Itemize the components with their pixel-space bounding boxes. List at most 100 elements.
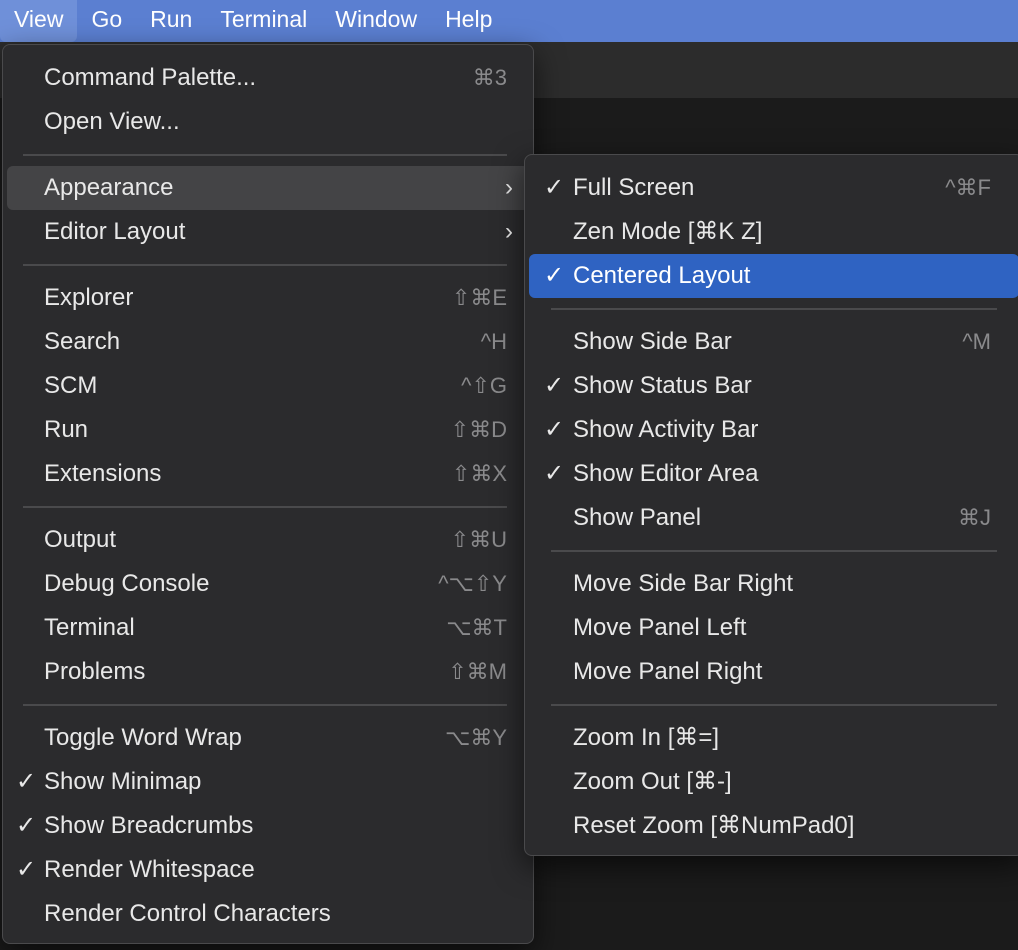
menu-item-shortcut: ⇧⌘X [451,461,507,486]
menu-item-label: Show Breadcrumbs [44,812,254,839]
menubar-run[interactable]: Run [136,0,206,42]
checkmark-icon: ✓ [15,856,37,883]
menu-item-output[interactable]: Output ⇧⌘U [7,518,529,562]
menu-item-label: Move Side Bar Right [573,570,794,597]
menu-item-editor-layout[interactable]: Editor Layout › [7,210,529,254]
menu-item-shortcut: ⌥⌘T [446,615,507,640]
chevron-right-icon: › [505,174,513,201]
menu-item-full-screen[interactable]: ✓ Full Screen ^⌘F [529,166,1018,210]
menu-item-label: Run [44,416,89,443]
menubar-view[interactable]: View [0,0,78,42]
menu-item-label: Show Panel [573,504,702,531]
menu-item-label: Output [44,526,117,553]
menu-item-label: Open View... [44,108,180,135]
menu-item-search[interactable]: Search ^H [7,320,529,364]
menu-item-zen-mode[interactable]: Zen Mode [⌘K Z] [529,210,1018,254]
menu-item-show-activity-bar[interactable]: ✓ Show Activity Bar [529,408,1018,452]
menu-separator [525,694,1018,716]
menu-item-show-panel[interactable]: Show Panel ⌘J [529,496,1018,540]
menu-item-centered-layout[interactable]: ✓ Centered Layout [529,254,1018,298]
checkmark-icon: ✓ [543,372,565,399]
menu-item-show-status-bar[interactable]: ✓ Show Status Bar [529,364,1018,408]
menu-separator [525,540,1018,562]
menu-item-render-control-characters[interactable]: Render Control Characters [7,892,529,936]
menubar-go[interactable]: Go [77,0,136,42]
menu-item-label: Full Screen [573,174,695,201]
menu-item-shortcut: ⌘3 [472,65,507,90]
menu-item-terminal[interactable]: Terminal ⌥⌘T [7,606,529,650]
menu-item-open-view[interactable]: Open View... [7,100,529,144]
appearance-submenu: ✓ Full Screen ^⌘F Zen Mode [⌘K Z] ✓ Cent… [524,154,1018,856]
menu-item-show-side-bar[interactable]: Show Side Bar ^M [529,320,1018,364]
menu-item-zoom-out[interactable]: Zoom Out [⌘-] [529,760,1018,804]
menu-item-move-panel-left[interactable]: Move Panel Left [529,606,1018,650]
menu-item-shortcut: ^⌥⇧Y [438,571,507,596]
menu-item-run[interactable]: Run ⇧⌘D [7,408,529,452]
menu-item-label: Show Side Bar [573,328,732,355]
menu-item-label: Editor Layout [44,218,186,245]
menu-item-shortcut: ^H [480,329,507,354]
menu-item-command-palette[interactable]: Command Palette... ⌘3 [7,56,529,100]
menu-item-move-panel-right[interactable]: Move Panel Right [529,650,1018,694]
checkmark-icon: ✓ [15,812,37,839]
view-menu: Command Palette... ⌘3 Open View... Appea… [2,44,534,944]
menu-item-label: SCM [44,372,98,399]
menu-item-move-side-bar-right[interactable]: Move Side Bar Right [529,562,1018,606]
menu-item-label: Zoom In [⌘=] [573,724,720,751]
menu-item-shortcut: ^⇧G [461,373,507,398]
menu-item-shortcut: ⇧⌘D [450,417,507,442]
menu-item-reset-zoom[interactable]: Reset Zoom [⌘NumPad0] [529,804,1018,848]
menu-item-shortcut: ⇧⌘E [451,285,507,310]
menu-item-label: Extensions [44,460,162,487]
menu-separator [525,298,1018,320]
menu-item-label: Zoom Out [⌘-] [573,768,732,795]
menu-item-debug-console[interactable]: Debug Console ^⌥⇧Y [7,562,529,606]
menu-item-label: Problems [44,658,146,685]
menu-item-label: Move Panel Right [573,658,763,685]
menu-bar: View Go Run Terminal Window Help [0,0,1018,42]
menu-item-label: Show Editor Area [573,460,759,487]
menu-item-shortcut: ⇧⌘U [450,527,507,552]
menu-item-show-minimap[interactable]: ✓ Show Minimap [7,760,529,804]
menu-item-render-whitespace[interactable]: ✓ Render Whitespace [7,848,529,892]
menu-separator [3,144,533,166]
checkmark-icon: ✓ [543,174,565,201]
menu-item-label: Show Activity Bar [573,416,759,443]
menu-separator [3,496,533,518]
menu-item-label: Show Minimap [44,768,202,795]
menu-item-label: Reset Zoom [⌘NumPad0] [573,812,855,839]
menu-item-appearance[interactable]: Appearance › [7,166,529,210]
menu-item-explorer[interactable]: Explorer ⇧⌘E [7,276,529,320]
menu-item-shortcut: ^⌘F [945,175,991,200]
menu-item-shortcut: ⇧⌘M [448,659,507,684]
menu-item-label: Command Palette... [44,64,257,91]
menu-separator [3,694,533,716]
checkmark-icon: ✓ [543,460,565,487]
menubar-help[interactable]: Help [431,0,506,42]
checkmark-icon: ✓ [543,416,565,443]
menu-item-shortcut: ⌥⌘Y [444,725,507,750]
menu-item-label: Search [44,328,121,355]
menu-item-label: Terminal [44,614,135,641]
menu-item-label: Move Panel Left [573,614,747,641]
menubar-window[interactable]: Window [321,0,431,42]
chevron-right-icon: › [505,218,513,245]
menu-item-label: Zen Mode [⌘K Z] [573,218,763,245]
menu-item-zoom-in[interactable]: Zoom In [⌘=] [529,716,1018,760]
menu-item-label: Render Control Characters [44,900,331,927]
menu-item-extensions[interactable]: Extensions ⇧⌘X [7,452,529,496]
menu-item-label: Explorer [44,284,134,311]
menubar-terminal[interactable]: Terminal [206,0,321,42]
menu-item-show-breadcrumbs[interactable]: ✓ Show Breadcrumbs [7,804,529,848]
menu-item-problems[interactable]: Problems ⇧⌘M [7,650,529,694]
checkmark-icon: ✓ [543,262,565,289]
menu-item-scm[interactable]: SCM ^⇧G [7,364,529,408]
menu-item-toggle-word-wrap[interactable]: Toggle Word Wrap ⌥⌘Y [7,716,529,760]
menu-item-label: Centered Layout [573,262,751,289]
menu-item-label: Debug Console [44,570,210,597]
menu-item-label: Render Whitespace [44,856,255,883]
menu-separator [3,254,533,276]
menu-item-show-editor-area[interactable]: ✓ Show Editor Area [529,452,1018,496]
menu-item-shortcut: ⌘J [958,505,991,530]
menu-item-shortcut: ^M [962,329,991,354]
